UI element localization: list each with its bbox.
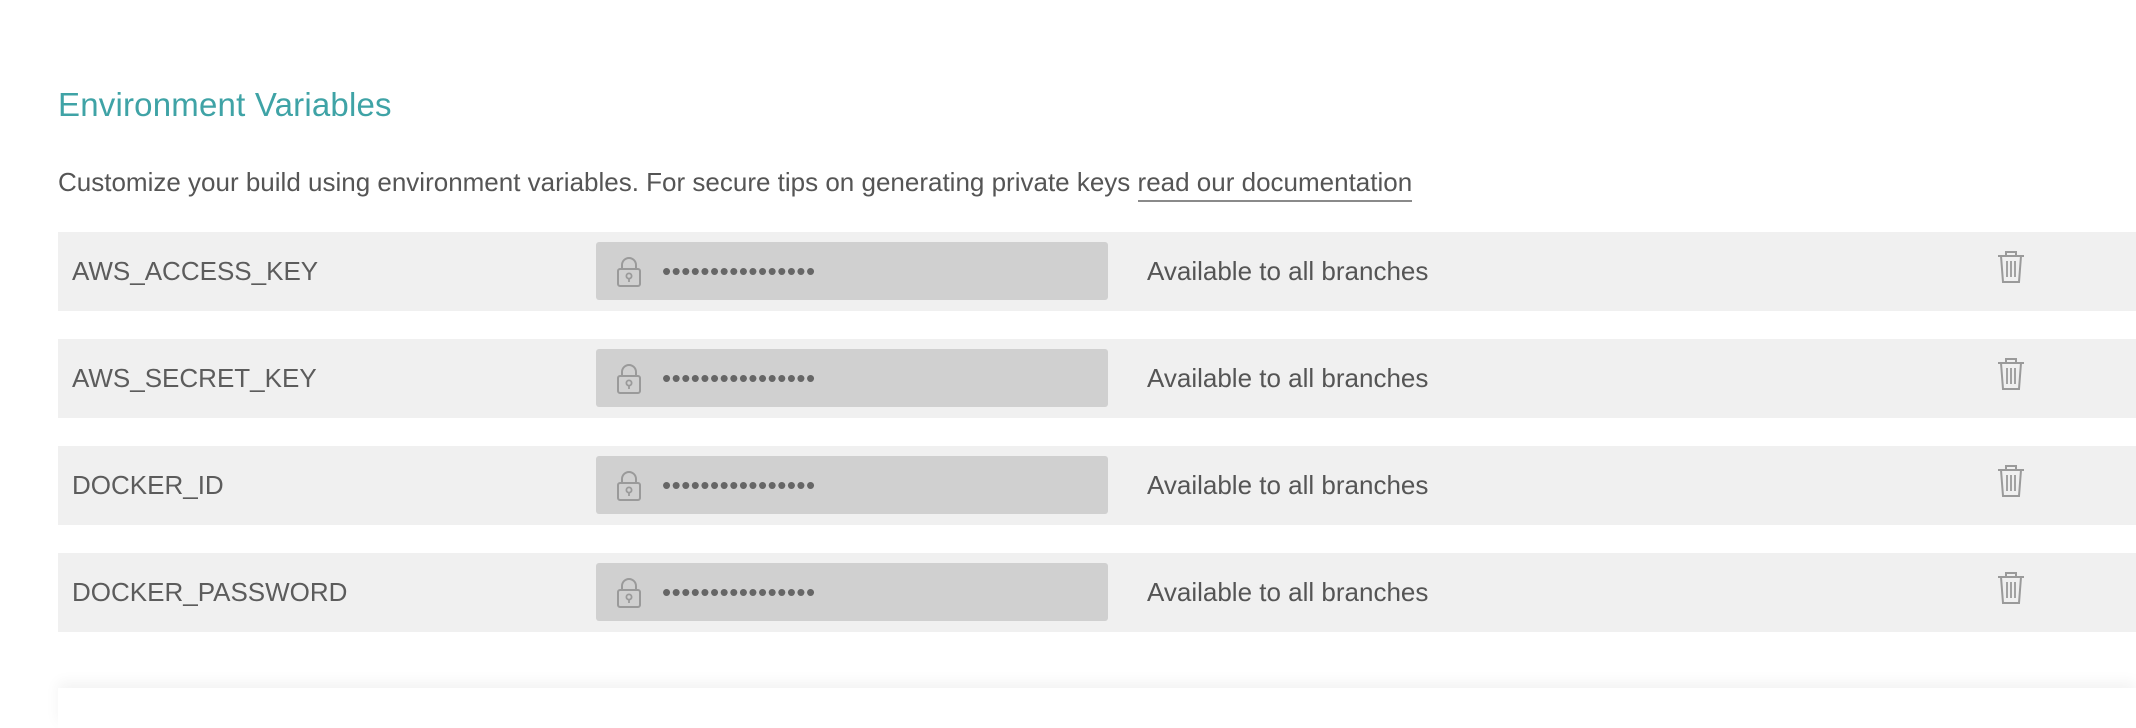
env-var-name: AWS_ACCESS_KEY [72,256,319,286]
next-section-card [58,688,2136,728]
env-var-branch: Available to all branches [1147,363,1429,393]
env-var-value-mask: •••••••••••••••• [662,363,816,393]
env-var-row: AWS_SECRET_KEY •••••••••••••••• Availabl… [58,339,2136,418]
env-var-name: AWS_SECRET_KEY [72,363,317,393]
env-var-value-mask: •••••••••••••••• [662,256,816,286]
documentation-link[interactable]: read our documentation [1137,167,1413,202]
trash-icon[interactable] [1996,249,2026,285]
env-var-value-field: •••••••••••••••• [596,456,1108,514]
env-var-list: AWS_ACCESS_KEY •••••••••••••••• Availabl… [58,232,2136,660]
env-var-name: DOCKER_PASSWORD [72,577,348,607]
trash-icon[interactable] [1996,463,2026,499]
lock-icon [617,471,641,501]
section-description: Customize your build using environment v… [58,167,1413,202]
env-var-row: DOCKER_PASSWORD •••••••••••••••• Availab… [58,553,2136,632]
env-var-value-field: •••••••••••••••• [596,349,1108,407]
env-var-value-field: •••••••••••••••• [596,242,1108,300]
trash-icon[interactable] [1996,570,2026,606]
env-var-branch: Available to all branches [1147,256,1429,286]
env-var-name: DOCKER_ID [72,470,224,500]
env-var-value-field: •••••••••••••••• [596,563,1108,621]
lock-icon [617,257,641,287]
section-title: Environment Variables [58,86,392,123]
env-var-value-mask: •••••••••••••••• [662,577,816,607]
env-var-row: AWS_ACCESS_KEY •••••••••••••••• Availabl… [58,232,2136,311]
env-var-branch: Available to all branches [1147,577,1429,607]
env-var-value-mask: •••••••••••••••• [662,470,816,500]
lock-icon [617,364,641,394]
trash-icon[interactable] [1996,356,2026,392]
env-var-branch: Available to all branches [1147,470,1429,500]
lock-icon [617,578,641,608]
description-text: Customize your build using environment v… [58,167,1138,197]
env-var-row: DOCKER_ID •••••••••••••••• Available to … [58,446,2136,525]
